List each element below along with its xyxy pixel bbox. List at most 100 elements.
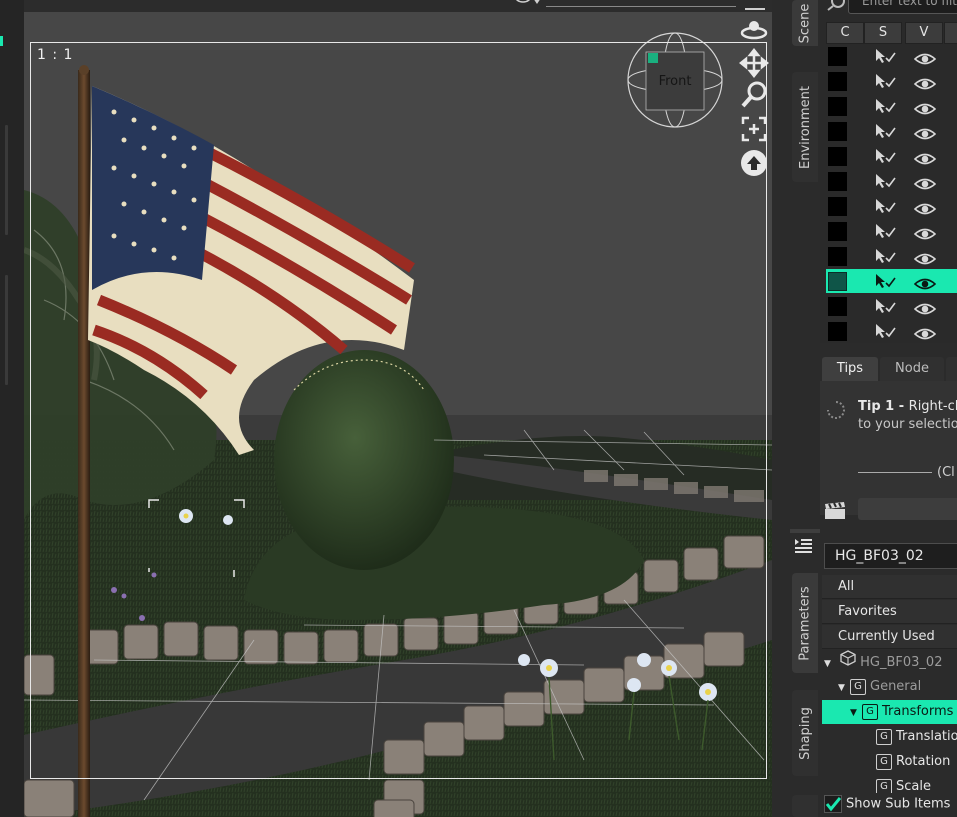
tree-group-transforms[interactable]: ▼ G Transforms (822, 700, 957, 724)
scene-node-row[interactable] (826, 119, 957, 143)
column-header-v[interactable]: V (905, 22, 943, 44)
expand-triangle-icon[interactable]: ▼ (838, 676, 850, 700)
tab-parameters[interactable]: Parameters (792, 573, 818, 673)
selection-cursor-icon[interactable] (874, 98, 896, 118)
group-icon: G (876, 753, 892, 770)
node-color-swatch[interactable] (828, 97, 847, 116)
tab-environment[interactable]: Environment (792, 72, 818, 182)
tip-divider (858, 472, 932, 473)
expand-triangle-icon[interactable]: ▼ (824, 652, 836, 676)
frame-icon[interactable] (738, 114, 770, 144)
checkbox[interactable] (824, 795, 842, 813)
eye-icon[interactable] (913, 300, 937, 319)
column-header-n[interactable]: N (944, 22, 957, 44)
scene-node-row[interactable] (826, 219, 957, 243)
selection-cursor-icon[interactable] (874, 173, 896, 193)
scene-node-row[interactable] (826, 144, 957, 168)
scene-node-row[interactable] (826, 194, 957, 218)
tip-action-button[interactable] (858, 498, 957, 520)
selection-cursor-icon[interactable] (874, 298, 896, 318)
node-color-swatch[interactable] (828, 297, 847, 316)
scene-node-row[interactable] (826, 244, 957, 268)
show-sub-items-label: Show Sub Items (846, 796, 951, 812)
node-color-swatch[interactable] (828, 197, 847, 216)
group-icon: G (862, 703, 878, 720)
scene-node-row[interactable] (826, 269, 957, 293)
node-color-swatch[interactable] (828, 47, 847, 66)
node-color-swatch[interactable] (828, 172, 847, 191)
tab-more[interactable] (792, 795, 818, 817)
tab-tips[interactable]: Tips (822, 357, 878, 381)
eye-icon[interactable] (913, 275, 937, 294)
selection-cursor-icon[interactable] (874, 48, 896, 68)
eye-icon[interactable] (913, 100, 937, 119)
tab-scene[interactable]: Scene (792, 0, 818, 46)
selection-cursor-icon[interactable] (874, 273, 896, 293)
scene-node-row[interactable] (826, 319, 957, 343)
tree-item-rotation[interactable]: G Rotation (876, 750, 950, 774)
scene-node-row[interactable] (826, 69, 957, 93)
reset-camera-icon[interactable] (738, 148, 770, 178)
eye-icon[interactable] (913, 325, 937, 343)
column-header-s[interactable]: S (864, 22, 902, 44)
node-selector[interactable]: HG_BF03_02 (824, 543, 957, 569)
toolbar-field[interactable] (546, 0, 736, 7)
selection-cursor-icon[interactable] (874, 123, 896, 143)
tab-node[interactable]: Node (880, 357, 944, 381)
eye-icon[interactable] (913, 150, 937, 169)
eye-icon[interactable] (913, 75, 937, 94)
node-color-swatch[interactable] (828, 272, 847, 291)
node-icon (840, 650, 856, 675)
scene-node-row[interactable] (826, 169, 957, 193)
expand-triangle-icon[interactable]: ▼ (850, 701, 862, 725)
group-icon: G (850, 678, 866, 695)
left-tab-marker[interactable] (5, 125, 8, 235)
eye-icon[interactable] (913, 50, 937, 69)
eye-icon[interactable] (913, 175, 937, 194)
node-color-swatch[interactable] (828, 322, 847, 341)
tree-group-general[interactable]: ▼ G General (838, 675, 921, 699)
node-color-swatch[interactable] (828, 247, 847, 266)
tree-item-scale-label: Scale (896, 779, 931, 794)
rotate-icon[interactable] (738, 14, 770, 44)
node-color-swatch[interactable] (828, 147, 847, 166)
node-color-swatch[interactable] (828, 222, 847, 241)
collapse-handle[interactable] (774, 370, 784, 410)
tab-shaping-label: Shaping (797, 706, 813, 760)
move-icon[interactable] (738, 48, 770, 78)
eye-icon[interactable] (913, 250, 937, 269)
scene-node-row[interactable] (826, 294, 957, 318)
scene-node-row[interactable] (826, 94, 957, 118)
eye-icon[interactable] (913, 225, 937, 244)
selection-cursor-icon[interactable] (874, 223, 896, 243)
zoom-icon[interactable] (738, 80, 770, 110)
tab-shaping[interactable]: Shaping (792, 690, 818, 776)
filter-favorites[interactable]: Favorites (822, 600, 957, 624)
camera-dropdown[interactable] (513, 0, 543, 8)
selection-cursor-icon[interactable] (874, 198, 896, 218)
tree-item-translation[interactable]: G Translatio (876, 725, 957, 749)
tree-node-root[interactable]: ▼ HG_BF03_02 (824, 650, 942, 674)
scene-node-row[interactable] (826, 44, 957, 68)
eye-icon[interactable] (913, 125, 937, 144)
selection-cursor-icon[interactable] (874, 73, 896, 93)
selection-cursor-icon[interactable] (874, 148, 896, 168)
eye-icon[interactable] (913, 200, 937, 219)
node-color-swatch[interactable] (828, 72, 847, 91)
column-header-c[interactable]: C (826, 22, 864, 44)
tab-more[interactable] (946, 357, 957, 381)
left-toolbar-strip (0, 0, 24, 817)
menu-icon[interactable] (745, 0, 765, 10)
selection-cursor-icon[interactable] (874, 248, 896, 268)
filter-currently-used[interactable]: Currently Used (822, 625, 957, 649)
dock-tab-column: Scene Environment Parameters Shaping (772, 0, 820, 817)
selection-cursor-icon[interactable] (874, 323, 896, 343)
clapboard-icon[interactable] (824, 502, 846, 520)
tree-group-transforms-label: Transforms (882, 704, 954, 719)
filter-all[interactable]: All (822, 575, 957, 599)
left-tab-marker[interactable] (5, 275, 8, 385)
show-sub-items-toggle[interactable]: Show Sub Items (824, 795, 950, 813)
node-color-swatch[interactable] (828, 122, 847, 141)
viewport[interactable]: Front 1 : 1 (24, 0, 772, 817)
menu-icon[interactable] (792, 534, 814, 556)
